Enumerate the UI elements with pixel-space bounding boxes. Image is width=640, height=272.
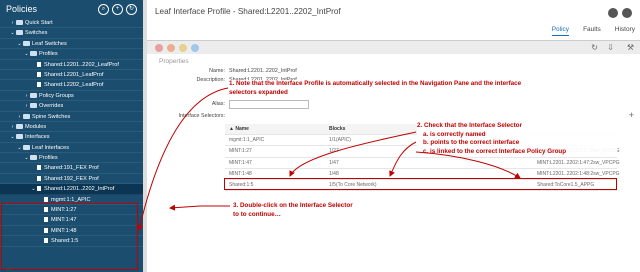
arrow-1 bbox=[137, 87, 229, 231]
arrow-2b bbox=[389, 141, 417, 177]
arrow-3 bbox=[169, 204, 230, 211]
annotation-arrows bbox=[137, 87, 521, 231]
arrow-2a bbox=[289, 131, 417, 177]
arrow-2c bbox=[415, 151, 521, 179]
